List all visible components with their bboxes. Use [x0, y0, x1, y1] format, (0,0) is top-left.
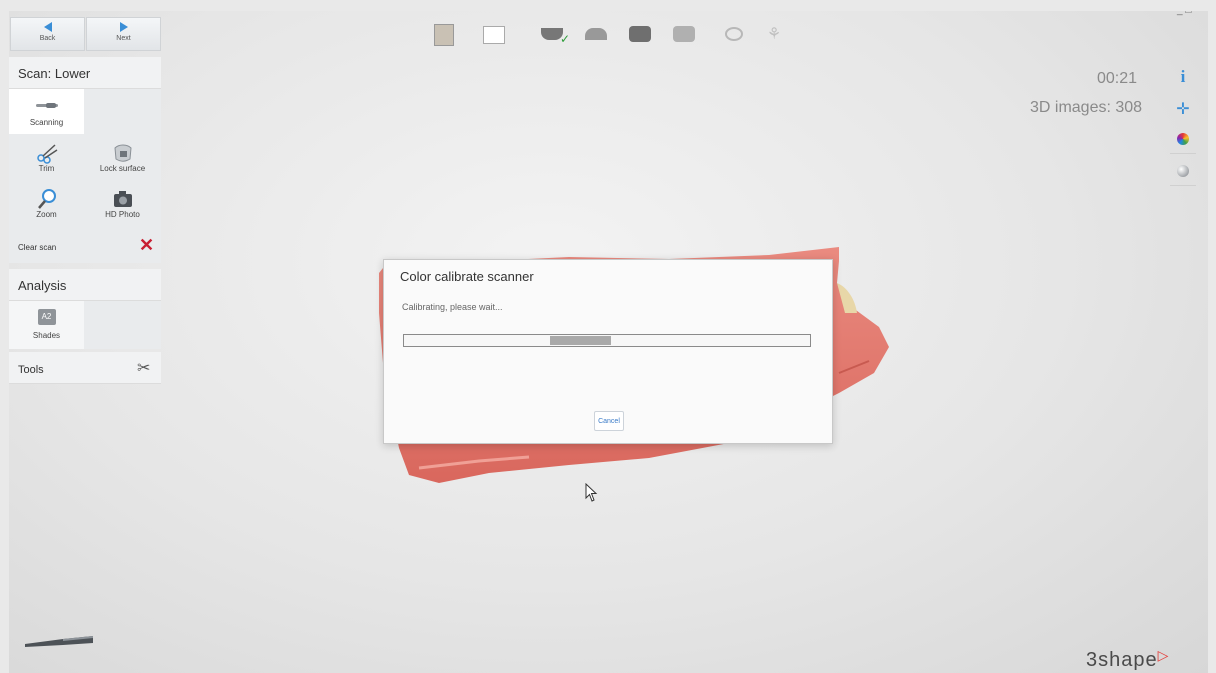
back-label: Back [39, 35, 56, 42]
move-button[interactable]: ✛ [1170, 99, 1196, 121]
image-count: 3D images: 308 [1030, 99, 1143, 116]
analysis-panel-title: Analysis [9, 269, 161, 301]
bite-icon [629, 26, 651, 42]
send-icon: ⚘ [766, 26, 782, 43]
trim-tool-button[interactable]: Trim [9, 142, 84, 173]
step-send[interactable]: ⚘ [754, 20, 794, 50]
texture-ball-icon [1177, 165, 1189, 177]
scanning-tool-button[interactable]: Scanning [9, 89, 84, 134]
info-icon: i [1180, 67, 1186, 86]
check-icon: ✓ [560, 32, 571, 46]
step-scan-bite[interactable] [664, 20, 704, 50]
close-x-icon[interactable]: ✕ [139, 235, 154, 256]
scan-tools-panel: Scanning Trim Lock surface Zoom HD Photo… [9, 89, 161, 263]
scan-bite-icon [673, 26, 695, 42]
progress-fill [550, 336, 611, 345]
trim-label: Trim [38, 164, 55, 173]
step-patient[interactable] [424, 20, 464, 50]
scan-timer: 00:21 [1097, 70, 1138, 87]
next-button[interactable]: Next [86, 17, 161, 51]
patient-icon [434, 24, 454, 46]
move-icon: ✛ [1176, 101, 1190, 118]
lock-surface-icon [113, 144, 132, 162]
color-wheel-icon [1177, 133, 1189, 145]
scissors-icon [36, 144, 57, 164]
logo-triangle-icon: ▷ [1157, 647, 1170, 663]
shades-label: Shades [32, 331, 61, 340]
workflow-step-bar: ✓ ⚘ [424, 11, 804, 55]
cancel-button[interactable]: Cancel [594, 411, 624, 431]
color-toggle-button[interactable] [1170, 131, 1196, 154]
hd-photo-label: HD Photo [105, 210, 140, 219]
order-icon [483, 26, 505, 44]
step-scan-upper[interactable] [576, 20, 616, 50]
camera-icon [113, 191, 132, 207]
arrow-right-icon [119, 22, 128, 32]
scan-panel-title: Scan: Lower [9, 57, 161, 89]
scan-upper-icon [585, 28, 607, 40]
calibration-progress-bar [403, 334, 811, 347]
mouse-cursor-icon [585, 483, 598, 502]
window-controls[interactable]: _ □ [1177, 11, 1191, 16]
texture-toggle-button[interactable] [1170, 163, 1196, 186]
logo-text: 3shape [1086, 649, 1158, 671]
dialog-title: Color calibrate scanner [400, 269, 534, 284]
tools-panel-header[interactable]: Tools ✂ [9, 352, 161, 384]
dialog-message: Calibrating, please wait... [402, 302, 503, 312]
tools-wrench-icon: ✂ [137, 360, 151, 377]
clear-scan-label: Clear scan [18, 243, 57, 252]
shade-tab-icon: A2 [37, 309, 56, 325]
magnifier-icon [37, 189, 56, 209]
clear-scan-row[interactable]: Clear scan ✕ [9, 231, 161, 263]
lock-surface-tool-button[interactable]: Lock surface [85, 142, 160, 173]
scanning-label: Scanning [29, 118, 64, 127]
step-order[interactable] [474, 20, 514, 50]
back-button[interactable]: Back [10, 17, 85, 51]
shades-tool-button[interactable]: A2 Shades [9, 301, 84, 349]
analysis-tools-panel: A2 Shades [9, 301, 161, 349]
scanner-wand-icon [35, 103, 58, 108]
step-bite[interactable] [620, 20, 660, 50]
hd-photo-tool-button[interactable]: HD Photo [85, 188, 160, 219]
step-analysis[interactable] [714, 20, 754, 50]
application-window: Back Next Scan: Lower Scanning Trim Lock… [9, 11, 1208, 673]
lock-surface-label: Lock surface [99, 164, 146, 173]
step-scan-lower[interactable]: ✓ [532, 20, 572, 50]
info-button[interactable]: i [1170, 67, 1196, 89]
zoom-label: Zoom [36, 210, 57, 219]
zoom-tool-button[interactable]: Zoom [9, 188, 84, 219]
analysis-icon [725, 27, 743, 41]
tools-panel-title: Tools [18, 364, 44, 376]
scanner-handpiece-icon [25, 636, 93, 647]
arrow-left-icon [43, 22, 52, 32]
color-calibrate-dialog: Color calibrate scanner Calibrating, ple… [383, 259, 833, 444]
next-label: Next [116, 35, 131, 42]
3shape-logo: 3shape▷ [1086, 647, 1170, 672]
